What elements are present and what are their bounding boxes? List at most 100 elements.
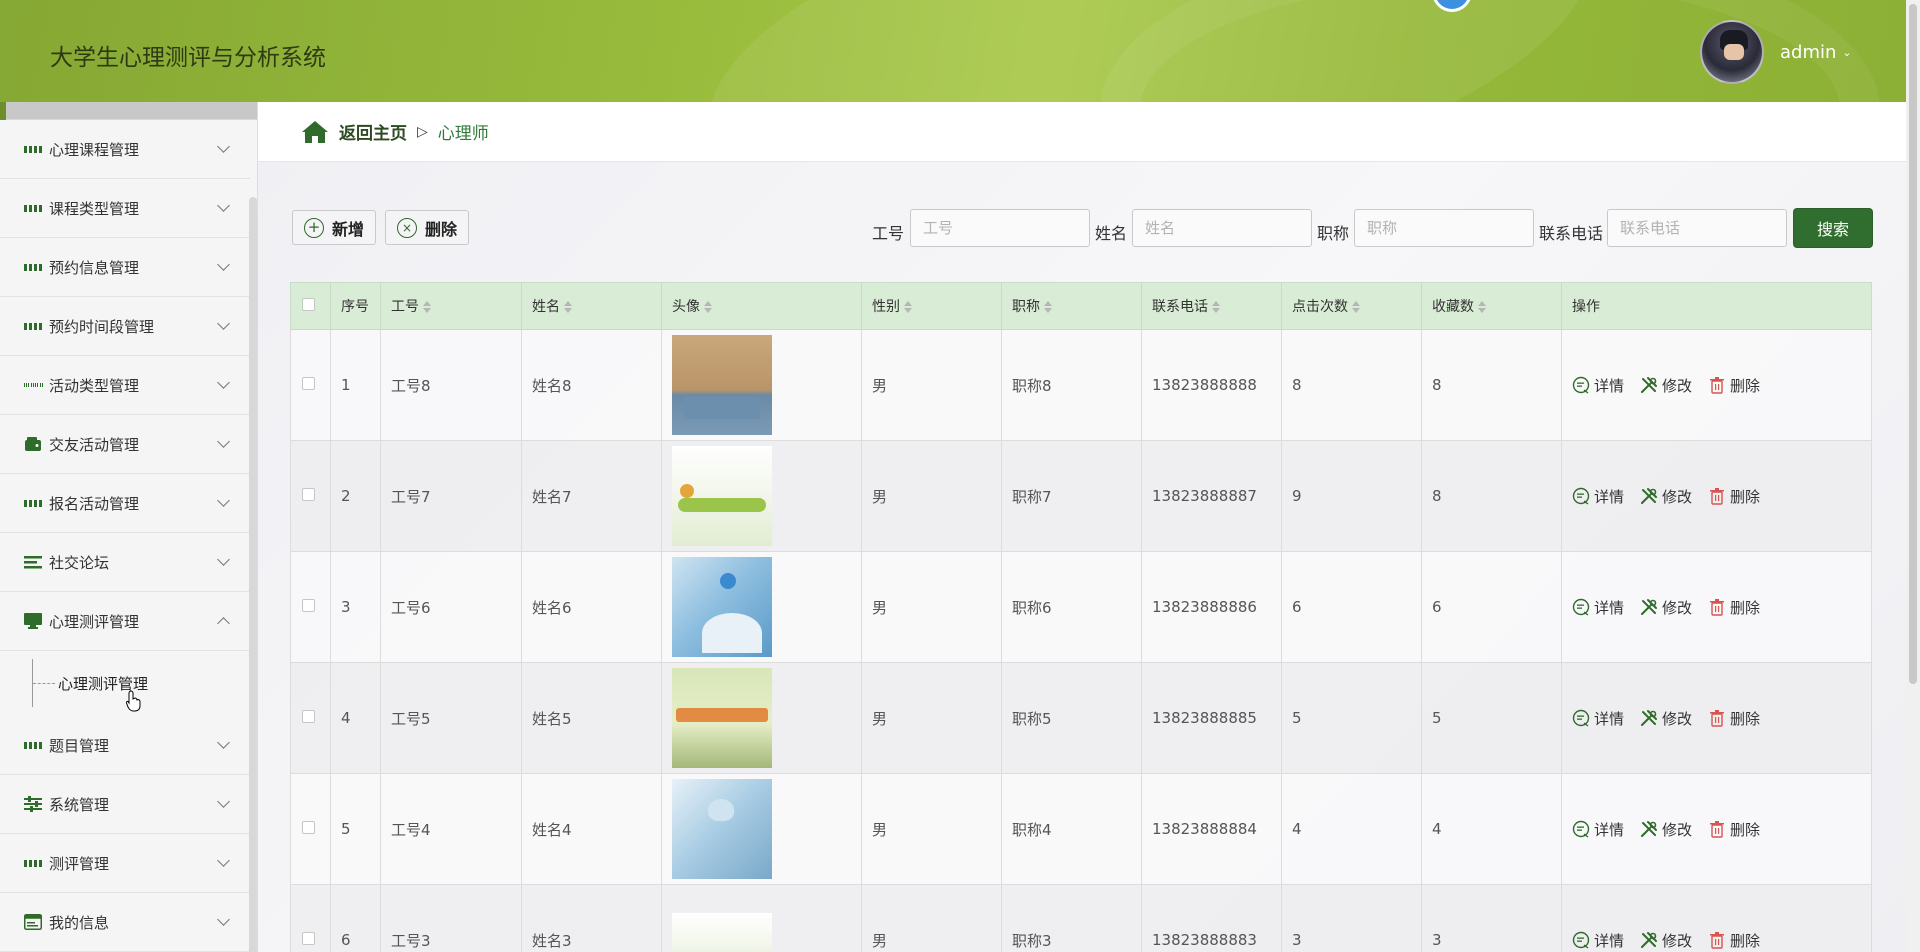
search-button[interactable]: 搜索: [1793, 208, 1873, 248]
edit-button[interactable]: 修改: [1640, 486, 1692, 507]
sidebar-item-appointment-info[interactable]: 预约信息管理: [0, 238, 250, 297]
row-checkbox[interactable]: [302, 932, 315, 945]
row-checkbox[interactable]: [302, 488, 315, 501]
table-row[interactable]: 3 工号6 姓名6 男职称6 13823888886 6 6 详情 修改 删除: [290, 551, 1872, 663]
table-row[interactable]: 5 工号4 姓名4 男职称4 13823888884 4 4 详情 修改 删除: [290, 773, 1872, 885]
table-header-row: 序号 工号 姓名 头像 性别 职称 联系电话 点击次数 收藏数 操作: [290, 282, 1872, 330]
detail-button[interactable]: 详情: [1572, 819, 1624, 840]
edit-button[interactable]: 修改: [1640, 930, 1692, 951]
phone-input[interactable]: [1607, 209, 1787, 247]
edit-label: 修改: [1662, 931, 1693, 950]
delete-row-button[interactable]: 删除: [1708, 486, 1760, 507]
column-header-sortable[interactable]: 头像: [661, 282, 862, 330]
page-scrollbar-thumb[interactable]: [1909, 4, 1917, 684]
sort-icon[interactable]: [564, 301, 572, 313]
column-header-label: 姓名: [532, 299, 560, 315]
monitor-icon: [24, 612, 42, 630]
avatar-image[interactable]: [672, 557, 772, 657]
sort-icon[interactable]: [704, 301, 712, 313]
avatar-image[interactable]: [672, 779, 772, 879]
edit-button[interactable]: 修改: [1640, 597, 1692, 618]
sidebar-item-psych-course[interactable]: 心理课程管理: [0, 120, 250, 179]
cell-actions: 详情 修改 删除: [1561, 329, 1872, 441]
detail-button[interactable]: 详情: [1572, 375, 1624, 396]
avatar-image[interactable]: [672, 912, 772, 952]
add-button[interactable]: + 新增: [292, 210, 377, 245]
detail-button[interactable]: 详情: [1572, 486, 1624, 507]
cell-gender: 男: [861, 662, 1002, 774]
add-button-label: 新增: [332, 219, 365, 239]
delete-row-button[interactable]: 删除: [1708, 375, 1760, 396]
avatar-image[interactable]: [672, 668, 772, 768]
sidebar-item-forum[interactable]: 社交论坛: [0, 533, 250, 592]
column-header-sortable[interactable]: 姓名: [521, 282, 662, 330]
column-header-sortable[interactable]: 点击次数: [1281, 282, 1422, 330]
id-card-icon: [24, 913, 42, 931]
sidebar-item-evaluation[interactable]: 测评管理: [0, 834, 250, 893]
detail-button[interactable]: 详情: [1572, 930, 1624, 951]
detail-icon: [1572, 598, 1590, 616]
sort-icon[interactable]: [904, 301, 912, 313]
sidebar-item-label: 心理测评管理: [49, 612, 140, 631]
sidebar-item-course-type[interactable]: 课程类型管理: [0, 179, 250, 238]
delete-row-button[interactable]: 删除: [1708, 708, 1760, 729]
delete-row-button[interactable]: 删除: [1708, 930, 1760, 951]
edit-button[interactable]: 修改: [1640, 375, 1692, 396]
user-menu[interactable]: admin ⌄: [1780, 42, 1852, 63]
table-row[interactable]: 1 工号8 姓名8 男职称8 13823888888 8 8 详情 修改 删除: [290, 329, 1872, 441]
cell-staff-no: 工号7: [380, 440, 522, 552]
home-icon[interactable]: [301, 120, 329, 144]
sidebar-item-appointment-slot[interactable]: 预约时间段管理: [0, 297, 250, 356]
column-header-sortable[interactable]: 联系电话: [1141, 282, 1282, 330]
row-checkbox[interactable]: [302, 599, 315, 612]
cell-favorites: 4: [1421, 773, 1562, 885]
sidebar-item-psych-assessment[interactable]: 心理测评管理: [0, 592, 250, 651]
home-link[interactable]: 返回主页: [339, 119, 407, 144]
staff-no-input[interactable]: [910, 209, 1090, 247]
row-checkbox[interactable]: [302, 821, 315, 834]
sidebar-item-questions[interactable]: 题目管理: [0, 716, 250, 775]
sidebar-item-activity-type[interactable]: 活动类型管理: [0, 356, 250, 415]
detail-button[interactable]: 详情: [1572, 708, 1624, 729]
avatar-image[interactable]: [672, 446, 772, 546]
column-header-sortable[interactable]: 工号: [380, 282, 522, 330]
sort-icon[interactable]: [1212, 301, 1220, 313]
detail-icon: [1572, 931, 1590, 949]
cell-phone: 13823888887: [1141, 440, 1282, 552]
sidebar-item-signup-activity[interactable]: 报名活动管理: [0, 474, 250, 533]
delete-button[interactable]: × 删除: [385, 210, 470, 245]
table-row[interactable]: 2 工号7 姓名7 男职称7 13823888887 9 8 详情 修改 删除: [290, 440, 1872, 552]
select-all-checkbox[interactable]: [302, 297, 315, 311]
column-header-sortable[interactable]: 职称: [1001, 282, 1142, 330]
detail-button[interactable]: 详情: [1572, 597, 1624, 618]
row-checkbox[interactable]: [302, 377, 315, 390]
title-input[interactable]: [1354, 209, 1534, 247]
edit-button[interactable]: 修改: [1640, 708, 1692, 729]
sort-icon[interactable]: [1478, 301, 1486, 313]
submenu-item-psych-assessment[interactable]: 心理测评管理: [0, 651, 250, 716]
edit-button[interactable]: 修改: [1640, 819, 1692, 840]
delete-row-button[interactable]: 删除: [1708, 819, 1760, 840]
name-input[interactable]: [1132, 209, 1312, 247]
delete-row-button[interactable]: 删除: [1708, 597, 1760, 618]
avatar[interactable]: [1700, 20, 1764, 84]
mouse-pointer-icon: [126, 690, 141, 712]
edit-label: 修改: [1662, 487, 1693, 506]
column-header-label: 联系电话: [1152, 299, 1208, 315]
page-scrollbar[interactable]: [1906, 0, 1920, 952]
sidebar-item-my-info[interactable]: 我的信息: [0, 893, 250, 952]
sort-icon[interactable]: [1352, 301, 1360, 313]
sidebar-item-social-activity[interactable]: 交友活动管理: [0, 415, 250, 474]
avatar-image[interactable]: [672, 335, 772, 435]
table-row[interactable]: 4 工号5 姓名5 男职称5 13823888885 5 5 详情 修改 删除: [290, 662, 1872, 774]
column-header-sortable[interactable]: 收藏数: [1421, 282, 1562, 330]
sidebar-item-system[interactable]: 系统管理: [0, 775, 250, 834]
sidebar-scrollbar[interactable]: [249, 197, 257, 952]
row-checkbox[interactable]: [302, 710, 315, 723]
sort-icon[interactable]: [1044, 301, 1052, 313]
grid-icon: [24, 317, 42, 335]
column-header-sortable[interactable]: 性别: [861, 282, 1002, 330]
sort-icon[interactable]: [423, 301, 431, 313]
sidebar-item-label: 心理课程管理: [49, 140, 140, 159]
table-row[interactable]: 6 工号3 姓名3 男职称3 13823888883 3 3 详情 修改 删除: [290, 884, 1872, 952]
